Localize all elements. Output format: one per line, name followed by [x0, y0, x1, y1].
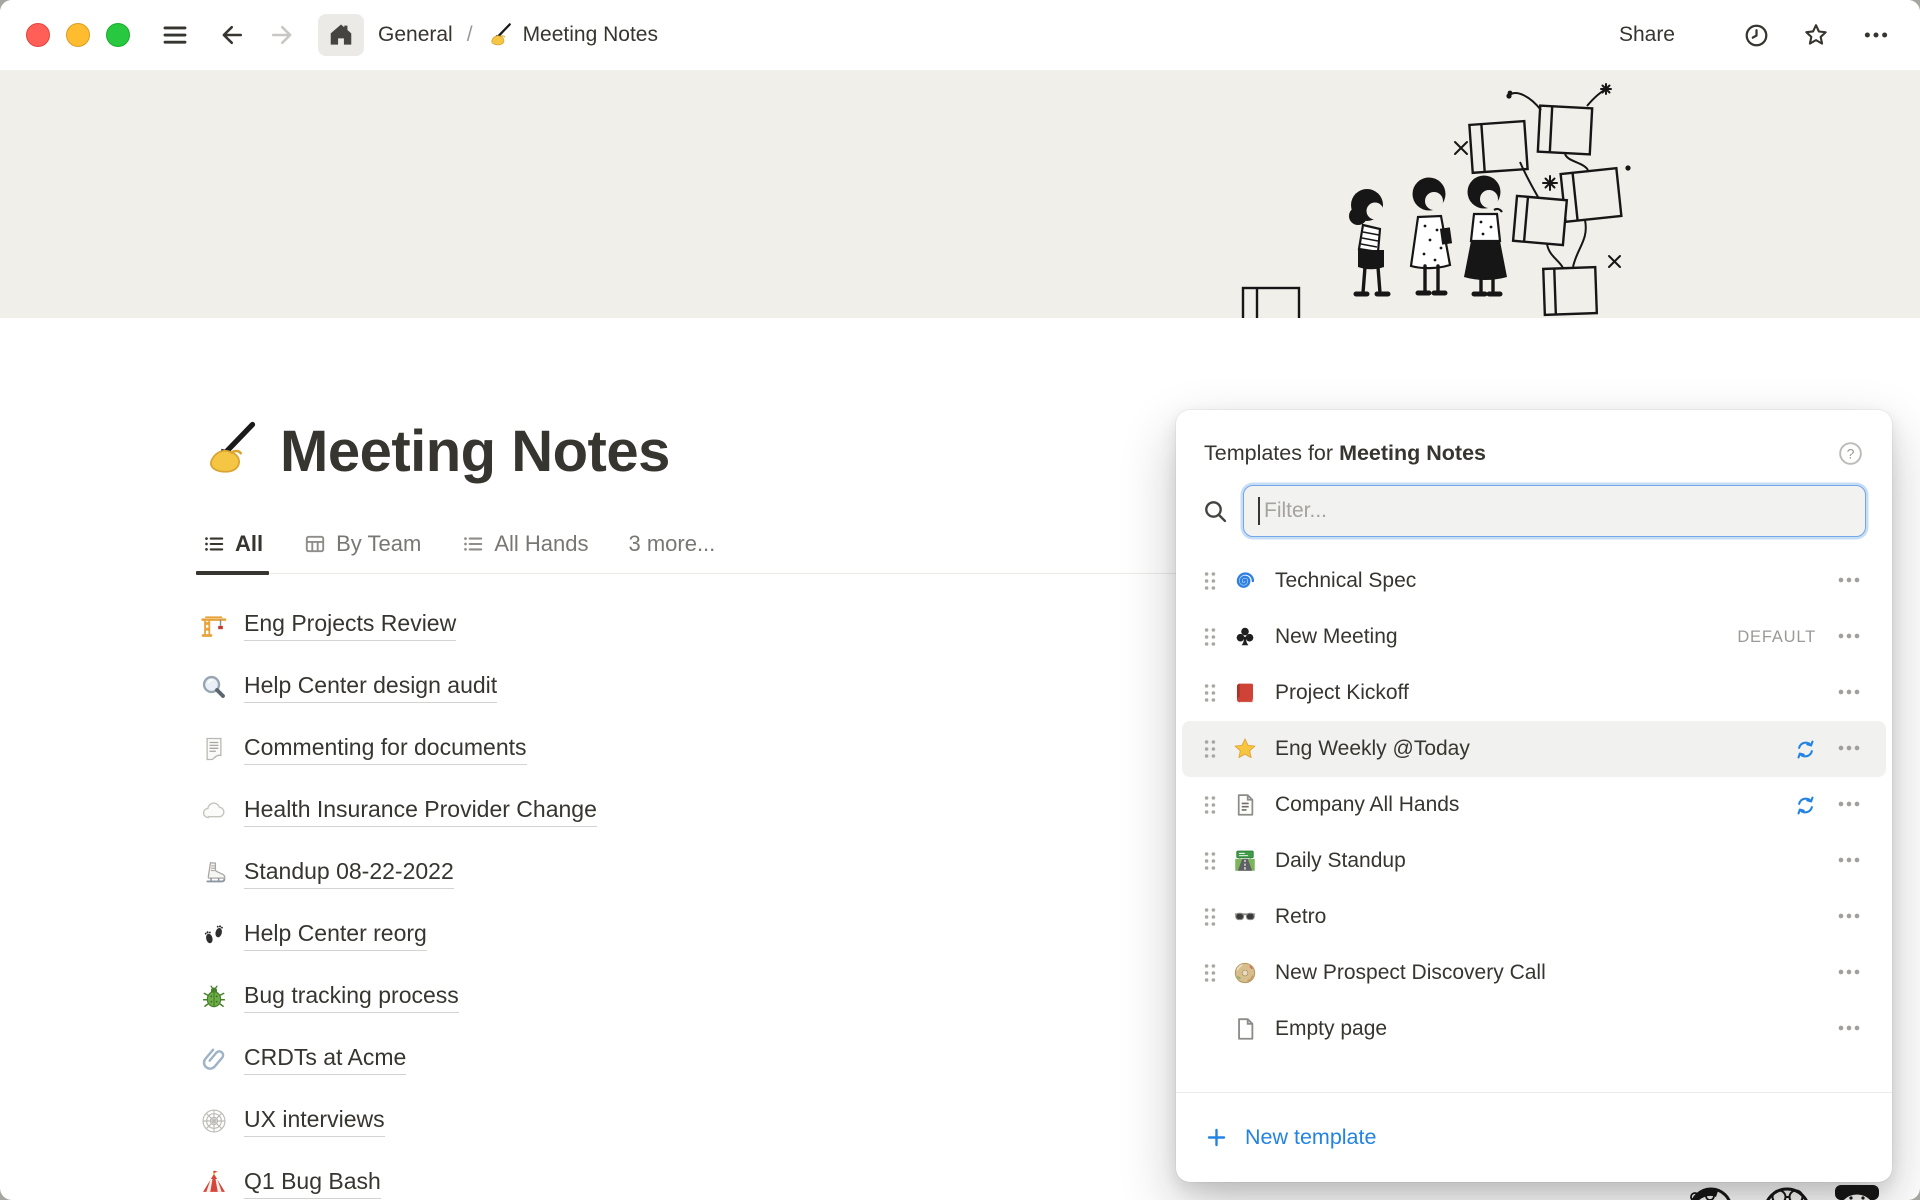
template-row-project-kickoff[interactable]: Project Kickoff [1182, 665, 1886, 721]
forward-icon[interactable] [268, 21, 296, 49]
minimize-window-button[interactable] [66, 23, 90, 47]
drag-handle-icon[interactable] [1202, 737, 1218, 761]
template-filter-input[interactable] [1243, 485, 1866, 537]
template-row-daily-standup[interactable]: Daily Standup [1182, 833, 1886, 889]
circus-tent-icon [200, 1169, 228, 1197]
template-more-icon[interactable] [1836, 847, 1862, 876]
drag-handle-icon[interactable] [1202, 569, 1218, 593]
list-view-icon [461, 532, 485, 556]
notion-window: General / Meeting Notes Share [0, 0, 1920, 1200]
spider-web-icon [200, 1107, 228, 1135]
beetle-icon [200, 983, 228, 1011]
dvd-icon [1232, 960, 1258, 986]
default-badge: DEFAULT [1737, 628, 1816, 647]
template-more-icon[interactable] [1836, 735, 1862, 764]
template-row-company-all-hands[interactable]: Company All Hands [1182, 777, 1886, 833]
template-more-icon[interactable] [1836, 679, 1862, 708]
drag-handle-icon[interactable] [1202, 905, 1218, 929]
breadcrumb-separator: / [467, 23, 473, 47]
page-title[interactable]: Meeting Notes [280, 418, 670, 485]
star-icon [1232, 736, 1258, 762]
drag-handle-icon[interactable] [1202, 849, 1218, 873]
template-row-new-prospect-discovery-call[interactable]: New Prospect Discovery Call [1182, 945, 1886, 1001]
ice-skate-icon [200, 859, 228, 887]
template-row-eng-weekly[interactable]: Eng Weekly @Today [1182, 721, 1886, 777]
template-row-technical-spec[interactable]: Technical Spec [1182, 553, 1886, 609]
footprints-icon [200, 921, 228, 949]
drag-handle-icon[interactable] [1202, 961, 1218, 985]
traffic-lights [26, 23, 130, 47]
cyclone-icon [1232, 568, 1258, 594]
template-row-retro[interactable]: Retro [1182, 889, 1886, 945]
breadcrumb-root[interactable]: General [378, 23, 453, 47]
recurring-repeat-icon [1793, 737, 1818, 762]
help-icon[interactable] [1837, 440, 1864, 467]
empty-page-icon [1232, 1016, 1258, 1042]
drag-handle-icon[interactable] [1202, 625, 1218, 649]
breadcrumb: General / Meeting Notes [378, 22, 658, 48]
more-options-icon[interactable] [1862, 21, 1890, 49]
writing-hand-icon [487, 22, 513, 48]
tab-all-hands[interactable]: All Hands [459, 531, 590, 573]
template-more-icon[interactable] [1836, 791, 1862, 820]
page-with-curl-icon [200, 735, 228, 763]
templates-popup: Templates forMeeting Notes Technical Spe… [1176, 410, 1892, 1182]
tab-all[interactable]: All [200, 531, 265, 573]
table-view-icon [303, 532, 327, 556]
template-more-icon[interactable] [1836, 1015, 1862, 1044]
drag-handle-icon[interactable] [1202, 793, 1218, 817]
plus-icon [1204, 1125, 1229, 1150]
writing-hand-icon[interactable] [200, 419, 260, 484]
cover-illustration [1225, 70, 1655, 318]
closed-red-book-icon [1232, 680, 1258, 706]
back-icon[interactable] [218, 21, 246, 49]
templates-popup-title: Templates forMeeting Notes [1204, 441, 1486, 466]
club-suit-icon [1232, 624, 1258, 650]
template-more-icon[interactable] [1836, 959, 1862, 988]
close-window-button[interactable] [26, 23, 50, 47]
breadcrumb-page[interactable]: Meeting Notes [523, 23, 658, 47]
template-more-icon[interactable] [1836, 567, 1862, 596]
tab-by-team[interactable]: By Team [301, 531, 423, 573]
home-icon[interactable] [318, 14, 364, 56]
page-facing-up-icon [1232, 792, 1258, 818]
template-row-new-meeting[interactable]: New Meeting DEFAULT [1182, 609, 1886, 665]
favorite-star-icon[interactable] [1802, 21, 1830, 49]
cloud-icon [200, 797, 228, 825]
recurring-repeat-icon [1793, 793, 1818, 818]
partial-illustration [1655, 1183, 1905, 1200]
search-icon [1202, 498, 1229, 525]
template-list: Technical Spec New Meeting DEFAULT Proje… [1176, 553, 1892, 1057]
building-crane-icon [200, 611, 228, 639]
share-button[interactable]: Share [1619, 23, 1675, 47]
motorway-icon [1232, 848, 1258, 874]
text-caret [1258, 497, 1260, 525]
magnifying-glass-icon [200, 673, 228, 701]
drag-handle-icon[interactable] [1202, 681, 1218, 705]
templates-popup-header: Templates forMeeting Notes [1176, 410, 1892, 483]
templates-popup-footer: New template [1176, 1092, 1892, 1182]
sunglasses-icon [1232, 904, 1258, 930]
list-view-icon [202, 532, 226, 556]
zoom-window-button[interactable] [106, 23, 130, 47]
template-more-icon[interactable] [1836, 623, 1862, 652]
page-cover [0, 70, 1920, 318]
new-template-button[interactable]: New template [1204, 1125, 1376, 1150]
paperclip-icon [200, 1045, 228, 1073]
template-row-empty-page[interactable]: Empty page [1182, 1001, 1886, 1057]
sidebar-menu-icon[interactable] [160, 20, 190, 50]
window-toolbar: General / Meeting Notes Share [0, 0, 1920, 70]
template-filter-row [1176, 483, 1892, 541]
tab-more-views[interactable]: 3 more... [626, 531, 717, 573]
updates-clock-icon[interactable] [1743, 22, 1770, 49]
template-more-icon[interactable] [1836, 903, 1862, 932]
